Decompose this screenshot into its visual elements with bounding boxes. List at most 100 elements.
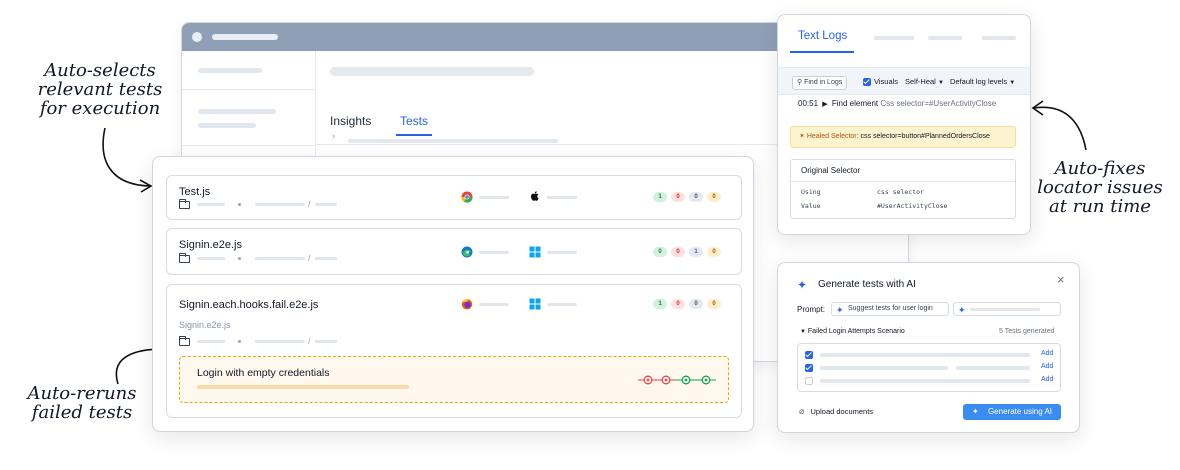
skipped-count-badge: 0 [689,192,703,202]
apple-icon [531,191,539,201]
path-placeholder [315,257,337,260]
failed-test-case[interactable]: Login with empty credentials [179,356,729,403]
caret-down-icon: ▼ [1009,80,1016,86]
log-time: 00:51 [798,99,819,108]
divider [791,181,1015,182]
os-version-placeholder [547,251,577,254]
generate-tests-panel: ✦ Generate tests with AI × Prompt: ✦ Sug… [777,262,1080,433]
test-checkbox[interactable] [805,351,813,359]
test-checkbox[interactable] [805,364,813,372]
chevron-right-icon[interactable]: › [332,131,335,142]
tab-placeholder[interactable] [982,36,1016,40]
path-placeholder [255,257,305,260]
self-heal-dropdown[interactable]: Self-Heal ▼ [905,77,944,86]
test-checkbox-unchecked[interactable] [805,377,813,385]
healed-selector-value: css selector=button#PlannedOrdersClose [860,133,990,140]
caret-down-icon: ▼ [800,329,806,335]
healed-selector-banner: ✶ Healed Selector: css selector=button#P… [790,126,1016,148]
flaky-count-badge: 0 [707,299,721,309]
scenario-toggle[interactable]: ▼ Failed Login Attempts Scenario [800,328,905,335]
folder-icon [179,253,190,263]
os-version-placeholder [547,303,577,306]
passed-count-badge: 1 [653,299,667,309]
tab-placeholder[interactable] [874,36,914,40]
tab-placeholder[interactable] [928,36,962,40]
header-placeholder [330,67,534,76]
upload-documents[interactable]: ⌀ Upload documents [799,406,873,417]
browser-version-placeholder [479,251,509,254]
prompt-suggestion-chip[interactable]: ✦ Suggest tests for user login [831,302,949,316]
path-placeholder [315,203,337,206]
chrome-icon [461,191,473,203]
add-test-link[interactable]: Add [1041,363,1053,370]
panel-title: Generate tests with AI [818,279,916,290]
find-in-logs-label: Find in Logs [804,79,843,86]
arrow-auto-selects [102,127,151,187]
test-file-subtitle: Signin.e2e.js [179,320,231,330]
selector-key: Using [801,188,821,196]
test-file-name: Signin.each.hooks.fail.e2e.js [179,299,319,311]
skipped-count-badge: 1 [689,247,703,257]
path-slash: / [308,253,311,263]
path-placeholder [255,340,305,343]
tests-panel: Test.js / 1 0 0 0 Signin.e2e.js / 0 0 1 … [152,156,754,432]
original-selector-box: Original Selector Using css selector Val… [790,159,1016,219]
test-file-name: Test.js [179,186,211,198]
test-name-placeholder [820,379,1030,383]
search-icon: ⚲ [797,79,803,86]
tab-tests[interactable]: Tests [395,114,433,136]
tests-generated-count: 5 Tests generated [999,328,1055,335]
sidebar-divider [182,89,316,90]
passed-count-badge: 1 [653,192,667,202]
sidebar-placeholder [198,109,276,114]
paperclip-icon: ⌀ [799,406,805,416]
close-icon[interactable]: × [1057,272,1065,287]
skipped-count-badge: 0 [689,299,703,309]
windows-icon [529,246,541,258]
test-card[interactable]: Test.js / 1 0 0 0 [166,175,742,220]
test-file-name: Signin.e2e.js [179,239,242,251]
path-placeholder [197,203,225,206]
prompt-input[interactable]: ✦ [953,302,1061,316]
visuals-checkbox[interactable] [863,78,871,86]
failed-count-badge: 0 [671,247,685,257]
add-test-link[interactable]: Add [1041,350,1053,357]
tab-active-underline [790,51,854,53]
log-levels-label: Default log levels [950,77,1008,86]
windows-icon [529,298,541,310]
text-logs-panel: Text Logs ⚲ Find in Logs Visuals Self-He… [777,14,1031,235]
sparkle-icon: ✦ [836,305,844,315]
log-levels-dropdown[interactable]: Default log levels ▼ [950,77,1015,86]
sparkle-icon: ✦ [797,278,808,292]
selector-value: css selector [877,188,924,196]
path-placeholder [197,340,225,343]
os-version-placeholder [547,196,577,199]
passed-count-badge: 0 [653,247,667,257]
failed-count-badge: 0 [671,192,685,202]
browser-version-placeholder [479,303,509,306]
find-in-logs-button[interactable]: ⚲ Find in Logs [792,76,848,90]
self-heal-label: Self-Heal [905,77,936,86]
sparkle-icon: ✦ [972,407,979,416]
test-card[interactable]: Signin.each.hooks.fail.e2e.js Signin.e2e… [166,284,742,418]
path-placeholder [315,340,337,343]
add-test-link[interactable]: Add [1041,376,1053,383]
generated-tests-list: Add Add Add [797,343,1061,392]
play-icon: ▶ [822,101,828,108]
path-slash: / [308,336,311,346]
flaky-count-badge: 0 [707,247,721,257]
original-selector-title: Original Selector [801,166,861,175]
generate-using-ai-button[interactable]: ✦ Generate using AI [963,404,1061,420]
test-card[interactable]: Signin.e2e.js / 0 0 1 0 [166,228,742,275]
upload-label: Upload documents [810,407,874,416]
path-placeholder [255,203,305,206]
folder-icon [179,199,190,209]
sparkle-icon: ✦ [958,305,966,315]
log-entry[interactable]: 00:51 ▶ Find element Css selector=#UserA… [798,99,996,108]
tab-insights[interactable]: Insights [330,114,371,128]
separator-dot [238,257,241,260]
tab-text-logs[interactable]: Text Logs [798,30,847,42]
test-name-placeholder [956,366,1030,370]
separator-dot [238,203,241,206]
sidebar-placeholder [198,123,256,128]
